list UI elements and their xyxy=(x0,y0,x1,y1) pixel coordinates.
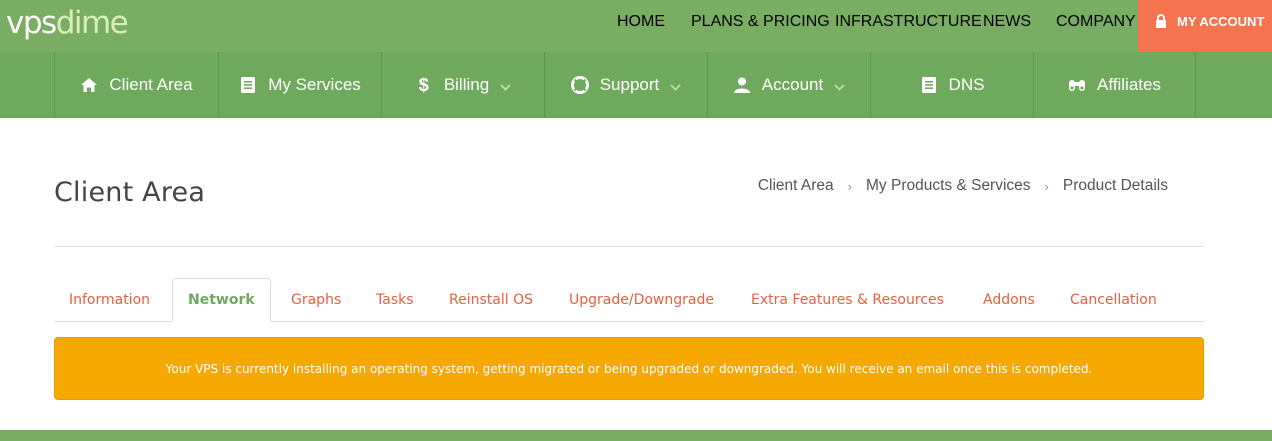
breadcrumb: Client Area › My Products & Services › P… xyxy=(758,177,1168,195)
my-account-label: MY ACCOUNT xyxy=(1177,13,1265,29)
top-nav-company[interactable]: COMPANY xyxy=(1056,13,1136,31)
breadcrumb-product-details: Product Details xyxy=(1062,177,1168,194)
status-alert: Your VPS is currently installing an oper… xyxy=(54,337,1204,400)
nav-my-services[interactable]: My Services xyxy=(218,52,381,118)
nav-label: Affiliates xyxy=(1097,75,1161,94)
tab-cancellation[interactable]: Cancellation xyxy=(1070,278,1157,322)
binoculars-icon xyxy=(1068,76,1086,94)
list-icon xyxy=(239,76,257,94)
top-nav-infrastructure[interactable]: INFRASTRUCTURE xyxy=(835,13,982,31)
breadcrumb-client-area[interactable]: Client Area xyxy=(758,177,834,195)
chevron-down-icon xyxy=(833,81,845,93)
tab-tasks[interactable]: Tasks xyxy=(376,278,414,322)
tab-reinstall-os[interactable]: Reinstall OS xyxy=(449,278,533,322)
vpsdime-logo[interactable]: vpsdime xyxy=(6,5,129,41)
nav-label: My Services xyxy=(268,75,361,94)
tab-addons[interactable]: Addons xyxy=(983,278,1035,322)
top-nav-news[interactable]: NEWS xyxy=(983,13,1031,31)
nav-label: Client Area xyxy=(109,75,193,94)
main-navigation: Client Area My Services $ Billing Suppor… xyxy=(0,52,1272,118)
header-divider xyxy=(54,246,1204,247)
logo-text-vps: vps xyxy=(6,5,57,41)
breadcrumb-separator-icon: › xyxy=(847,178,853,194)
nav-label: Account xyxy=(761,75,824,94)
nav-account[interactable]: Account xyxy=(707,52,870,118)
lifebuoy-icon xyxy=(570,76,589,94)
nav-billing[interactable]: $ Billing xyxy=(381,52,544,118)
nav-dns[interactable]: DNS xyxy=(870,52,1033,118)
tab-information[interactable]: Information xyxy=(69,278,150,322)
nav-affiliates[interactable]: Affiliates xyxy=(1033,52,1195,118)
chevron-down-icon xyxy=(499,81,511,93)
top-nav-plans-pricing[interactable]: PLANS & PRICING xyxy=(691,13,830,31)
nav-client-area[interactable]: Client Area xyxy=(54,52,218,118)
nav-support[interactable]: Support xyxy=(544,52,707,118)
home-icon xyxy=(80,76,98,94)
top-header: vpsdime HOME PLANS & PRICING INFRASTRUCT… xyxy=(0,0,1272,52)
lock-icon xyxy=(1155,14,1167,28)
chevron-down-icon xyxy=(669,81,681,93)
user-icon xyxy=(733,76,751,94)
list-icon xyxy=(920,76,938,94)
breadcrumb-my-products-services[interactable]: My Products & Services xyxy=(866,177,1031,195)
nav-label: Support xyxy=(599,75,660,94)
tab-upgrade-downgrade[interactable]: Upgrade/Downgrade xyxy=(569,278,714,322)
alert-message: Your VPS is currently installing an oper… xyxy=(165,361,1093,376)
tab-graphs[interactable]: Graphs xyxy=(291,278,341,322)
top-nav-home[interactable]: HOME xyxy=(617,13,665,31)
footer-bar xyxy=(0,430,1272,441)
tab-extra-features-resources[interactable]: Extra Features & Resources xyxy=(751,278,944,322)
dollar-icon: $ xyxy=(418,74,429,95)
nav-label: DNS xyxy=(948,75,985,94)
breadcrumb-separator-icon: › xyxy=(1044,178,1049,194)
my-account-button[interactable]: MY ACCOUNT xyxy=(1138,0,1272,52)
nav-label: Billing xyxy=(443,75,490,94)
product-tabs: Information Network Graphs Tasks Reinsta… xyxy=(54,278,1204,322)
page-title: Client Area xyxy=(54,177,206,208)
logo-text-dime: dime xyxy=(55,5,129,41)
nav-divider xyxy=(1195,52,1196,118)
tab-network[interactable]: Network xyxy=(172,278,271,322)
